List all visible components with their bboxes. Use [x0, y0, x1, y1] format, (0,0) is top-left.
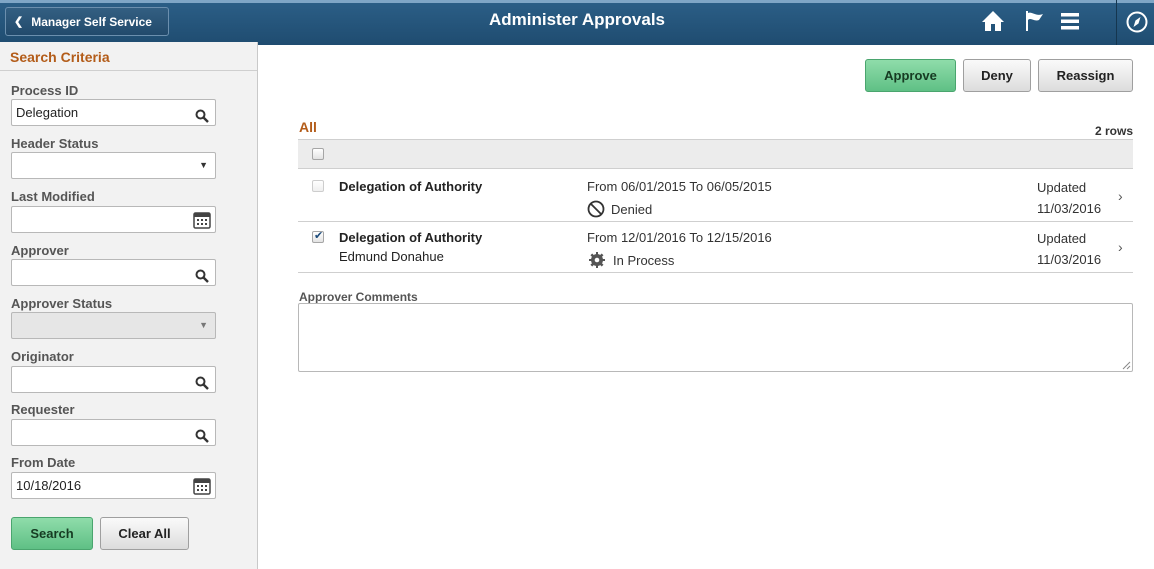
approver-input[interactable] [11, 259, 216, 286]
reassign-button[interactable]: Reassign [1038, 59, 1133, 92]
row-1-checkbox[interactable] [312, 180, 324, 192]
dropdown-arrow-icon: ▼ [199, 160, 208, 170]
process-id-input[interactable]: Delegation [11, 99, 216, 126]
clear-all-button[interactable]: Clear All [100, 517, 189, 550]
dropdown-arrow-icon: ▼ [199, 320, 208, 330]
row-1-updated: Updated 11/03/2016 [1037, 177, 1101, 219]
divider [298, 221, 1133, 222]
originator-input[interactable] [11, 366, 216, 393]
from-date-label: From Date [11, 455, 76, 470]
row-2-subtitle: Edmund Donahue [339, 249, 444, 264]
approve-button[interactable]: Approve [865, 59, 956, 92]
divider [0, 70, 257, 71]
process-id-value: Delegation [16, 105, 79, 120]
from-date-input[interactable]: 10/18/2016 [11, 472, 216, 499]
approver-comments-label: Approver Comments [299, 290, 418, 304]
row-2-title[interactable]: Delegation of Authority [339, 230, 482, 245]
last-modified-label: Last Modified [11, 189, 95, 204]
home-icon[interactable] [981, 9, 1005, 33]
search-icon[interactable] [195, 426, 209, 443]
deny-button[interactable]: Deny [963, 59, 1031, 92]
search-icon[interactable] [195, 106, 209, 123]
row-2-checkbox[interactable] [312, 229, 324, 243]
chevron-left-icon: ❮ [14, 16, 24, 28]
select-all-checkbox[interactable] [312, 148, 324, 160]
select-all-bar [298, 140, 1133, 168]
in-process-icon [589, 252, 605, 268]
row-1-chevron-right-icon[interactable]: › [1118, 188, 1123, 204]
navbar-icon [1125, 10, 1149, 34]
from-date-value: 10/18/2016 [16, 478, 82, 493]
top-banner: ❮ Manager Self Service Administer Approv… [0, 0, 1154, 45]
back-button-label: Manager Self Service [31, 14, 152, 29]
approver-label: Approver [11, 243, 69, 258]
header-status-label: Header Status [11, 136, 99, 151]
row-2-status-text: In Process [613, 252, 675, 268]
grid-title: All [299, 119, 317, 135]
approver-status-select: ▼ [11, 312, 216, 339]
row-2-date-range: From 12/01/2016 To 12/15/2016 [587, 230, 772, 245]
approver-comments-textarea[interactable] [298, 303, 1133, 372]
process-id-label: Process ID [11, 83, 79, 98]
row-2-updated-label: Updated [1037, 231, 1087, 246]
requester-input[interactable] [11, 419, 216, 446]
row-1-status-text: Denied [611, 201, 653, 217]
search-criteria-title: Search Criteria [10, 49, 110, 65]
row-1-date-range: From 06/01/2015 To 06/05/2015 [587, 179, 772, 194]
calendar-icon[interactable] [192, 476, 212, 496]
flag-icon[interactable] [1022, 9, 1046, 33]
approver-status-label: Approver Status [11, 296, 113, 311]
row-1-title[interactable]: Delegation of Authority [339, 179, 482, 194]
back-button[interactable]: ❮ Manager Self Service [5, 7, 169, 36]
row-2-status: In Process [587, 251, 674, 269]
denied-icon [587, 200, 605, 218]
row-1-status: Denied [587, 200, 652, 218]
row-2-chevron-right-icon[interactable]: › [1118, 239, 1123, 255]
requester-label: Requester [11, 402, 75, 417]
search-icon[interactable] [195, 266, 209, 283]
row-count: 2 rows [1094, 124, 1133, 138]
calendar-icon[interactable] [192, 210, 212, 230]
row-1-updated-label: Updated [1037, 180, 1087, 195]
menu-icon[interactable] [1058, 9, 1082, 33]
search-icon[interactable] [195, 373, 209, 390]
divider [298, 272, 1133, 273]
row-2-updated: Updated 11/03/2016 [1037, 228, 1101, 270]
divider [298, 168, 1133, 169]
navbar-button[interactable] [1116, 0, 1154, 45]
header-status-select[interactable]: ▼ [11, 152, 216, 179]
row-2-updated-date: 11/03/2016 [1037, 252, 1102, 267]
row-1-updated-date: 11/03/2016 [1037, 201, 1102, 216]
originator-label: Originator [11, 349, 74, 364]
search-button[interactable]: Search [11, 517, 93, 550]
last-modified-input[interactable] [11, 206, 216, 233]
